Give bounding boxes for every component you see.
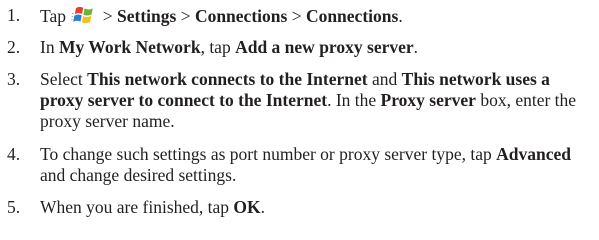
step-number: 3. — [7, 69, 21, 89]
step-text: When you are finished, tap OK. — [40, 197, 266, 217]
step-number: 1. — [7, 5, 21, 25]
instruction-list: 1. Tap > Settings > Connections > Connec… — [0, 0, 599, 240]
step-text: In My Work Network, tap Add a new proxy … — [40, 37, 419, 57]
step-text: Select This network connects to the Inte… — [40, 69, 577, 131]
step-number: 2. — [7, 37, 21, 57]
step-text: To change such settings as port number o… — [40, 144, 571, 185]
step-number: 5. — [7, 197, 21, 217]
step-text: Tap > Settings > Connections > Connectio… — [40, 5, 403, 26]
step-number: 4. — [7, 144, 21, 164]
windows-start-flag-icon — [71, 5, 97, 25]
